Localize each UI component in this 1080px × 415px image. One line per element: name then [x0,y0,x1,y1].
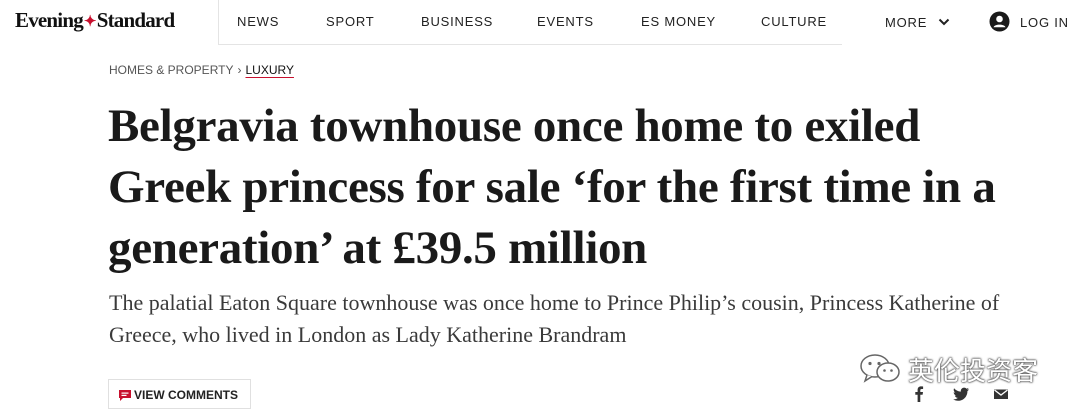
logo-mark-icon: ✦ [83,14,97,30]
nav-underline [218,44,842,45]
breadcrumb-homes-property[interactable]: HOMES & PROPERTY [109,63,233,77]
nav-es-money[interactable]: ES MONEY [641,14,716,29]
logo-text-evening: Evening [15,8,84,32]
wechat-icon [860,354,900,383]
user-account-icon [989,11,1010,32]
comment-icon [119,390,131,401]
nav-events[interactable]: EVENTS [537,14,594,29]
nav-business[interactable]: BUSINESS [421,14,493,29]
nav-culture[interactable]: CULTURE [761,14,827,29]
nav-more-button[interactable]: MORE [885,15,950,30]
nav-sport[interactable]: SPORT [326,14,375,29]
nav-news[interactable]: NEWS [237,14,279,29]
logo-text-standard: Standard [96,8,175,32]
nav-more-label: MORE [885,15,928,30]
view-comments-button[interactable]: VIEW COMMENTS [108,379,251,409]
breadcrumb-separator: › [237,63,242,77]
watermark-text: 英伦投资客 [908,357,1039,387]
site-header: Evening✦Standard NEWS SPORT BUSINESS EVE… [0,0,1080,46]
article-standfirst: The palatial Eaton Square townhouse was … [109,290,1000,347]
view-comments-label: VIEW COMMENTS [134,388,238,402]
article-headline: Belgravia townhouse once home to exiled … [108,100,996,274]
chevron-down-icon [938,18,950,26]
nav-divider [218,0,219,44]
breadcrumb-luxury[interactable]: LUXURY [245,63,293,77]
login-label: LOG IN [1020,15,1069,30]
breadcrumb: HOMES & PROPERTY › LUXURY [109,63,294,77]
site-logo[interactable]: Evening✦Standard [15,8,175,33]
